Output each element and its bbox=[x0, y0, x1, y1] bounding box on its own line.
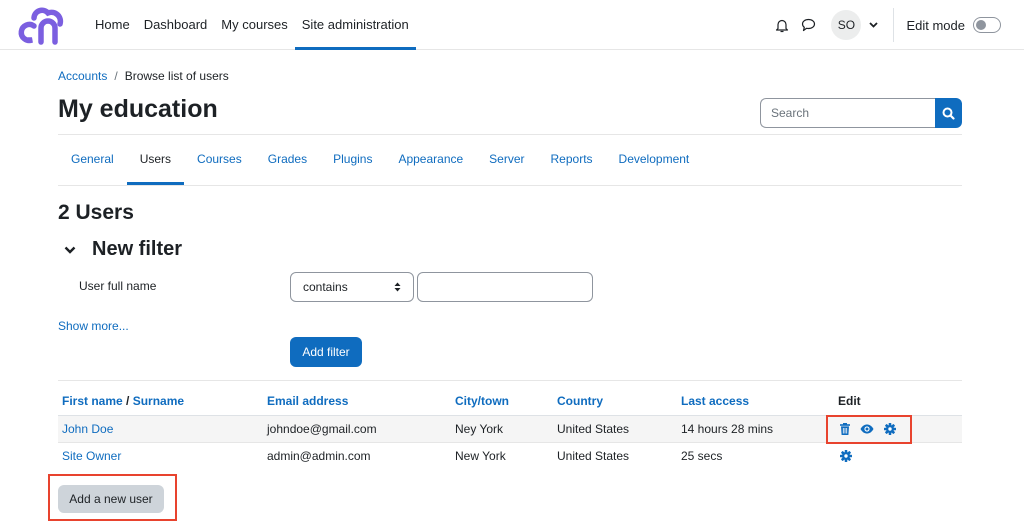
cell-email: admin@admin.com bbox=[267, 448, 371, 463]
user-menu-toggle[interactable] bbox=[867, 22, 879, 28]
table-row: Site Owner admin@admin.com New York Unit… bbox=[58, 442, 962, 469]
show-more-link[interactable]: Show more... bbox=[58, 319, 129, 333]
cell-name: Site Owner bbox=[58, 442, 263, 469]
edit-mode-toggle[interactable] bbox=[973, 17, 1001, 33]
breadcrumb-separator: / bbox=[114, 69, 118, 83]
cell-last-access: 14 hours 28 mins bbox=[677, 415, 834, 443]
search-icon bbox=[942, 107, 955, 120]
tab-courses[interactable]: Courses bbox=[184, 135, 255, 185]
cell-city: New York bbox=[455, 448, 506, 463]
sort-surname[interactable]: Surname bbox=[133, 394, 184, 408]
cell-edit bbox=[834, 442, 962, 469]
tabs-divider bbox=[58, 185, 962, 186]
admin-tabs: General Users Courses Grades Plugins App… bbox=[58, 135, 702, 185]
chevron-down-icon bbox=[62, 242, 78, 258]
tab-grades[interactable]: Grades bbox=[255, 135, 320, 185]
column-header-edit: Edit bbox=[834, 388, 962, 416]
chat-icon bbox=[801, 18, 816, 32]
cell-email: johndoe@gmail.com bbox=[263, 415, 451, 443]
bell-icon bbox=[776, 19, 789, 32]
edit-mode-label: Edit mode bbox=[906, 17, 965, 33]
sort-country[interactable]: Country bbox=[553, 388, 677, 416]
add-filter-button[interactable]: Add filter bbox=[290, 337, 362, 367]
sort-first-name[interactable]: First name bbox=[62, 394, 123, 408]
nav-site-administration[interactable]: Site administration bbox=[294, 0, 416, 50]
nav-home[interactable]: Home bbox=[88, 0, 137, 50]
breadcrumb: Accounts / Browse list of users bbox=[58, 69, 229, 83]
filter-field-label: User full name bbox=[79, 279, 157, 293]
cell-city: Ney York bbox=[451, 415, 553, 443]
gear-icon bbox=[840, 449, 852, 462]
cell-last-access: 25 secs bbox=[681, 448, 723, 463]
nav-my-courses[interactable]: My courses bbox=[214, 0, 294, 50]
tab-appearance[interactable]: Appearance bbox=[385, 135, 476, 185]
tab-development[interactable]: Development bbox=[606, 135, 703, 185]
search-button[interactable] bbox=[935, 98, 962, 128]
user-avatar[interactable]: SO bbox=[831, 10, 862, 40]
filter-operator-value: contains bbox=[303, 280, 348, 294]
new-filter-toggle[interactable]: New filter bbox=[62, 238, 182, 261]
edit-user-button[interactable] bbox=[840, 449, 852, 462]
chevron-down-icon bbox=[869, 22, 878, 28]
table-header-row: First name / Surname Email address City/… bbox=[58, 388, 962, 416]
search-input[interactable] bbox=[760, 98, 935, 128]
header-slash: / bbox=[126, 394, 130, 409]
search-form bbox=[760, 98, 962, 128]
notifications-button[interactable] bbox=[769, 12, 795, 38]
navbar-right: SO Edit mode bbox=[769, 0, 1024, 50]
breadcrumb-current: Browse list of users bbox=[124, 69, 229, 83]
tab-server[interactable]: Server bbox=[476, 135, 537, 185]
users-count-heading: 2 Users bbox=[58, 201, 134, 224]
select-arrows-icon bbox=[394, 282, 401, 292]
sort-last-access[interactable]: Last access bbox=[677, 388, 834, 416]
tab-general[interactable]: General bbox=[58, 135, 127, 185]
cell-name: John Doe bbox=[58, 415, 263, 443]
cell-country: United States bbox=[557, 448, 630, 463]
cell-country: United States bbox=[553, 415, 677, 443]
new-filter-title: New filter bbox=[92, 238, 183, 260]
site-logo[interactable] bbox=[12, 4, 68, 46]
annotation-highlight-add-user bbox=[48, 474, 177, 521]
top-navbar: Home Dashboard My courses Site administr… bbox=[0, 0, 1024, 50]
primary-nav: Home Dashboard My courses Site administr… bbox=[88, 0, 416, 50]
user-name-link[interactable]: John Doe bbox=[62, 422, 113, 436]
annotation-highlight-edit-actions bbox=[826, 415, 912, 444]
user-name-link[interactable]: Site Owner bbox=[62, 449, 121, 463]
tab-reports[interactable]: Reports bbox=[538, 135, 606, 185]
sort-email[interactable]: Email address bbox=[263, 388, 451, 416]
messages-button[interactable] bbox=[795, 12, 821, 38]
tab-users[interactable]: Users bbox=[126, 135, 185, 185]
filter-operator-select[interactable]: contains bbox=[290, 272, 414, 302]
filter-value-input[interactable] bbox=[417, 272, 593, 302]
sort-city[interactable]: City/town bbox=[451, 388, 553, 416]
nav-dashboard[interactable]: Dashboard bbox=[137, 0, 215, 50]
nav-divider bbox=[893, 8, 895, 42]
page-title: My education bbox=[58, 95, 218, 123]
column-header-name: First name / Surname bbox=[58, 388, 263, 416]
logo-icon bbox=[18, 7, 64, 45]
table-divider bbox=[58, 380, 962, 381]
breadcrumb-accounts[interactable]: Accounts bbox=[58, 69, 107, 83]
tab-plugins[interactable]: Plugins bbox=[320, 135, 385, 185]
